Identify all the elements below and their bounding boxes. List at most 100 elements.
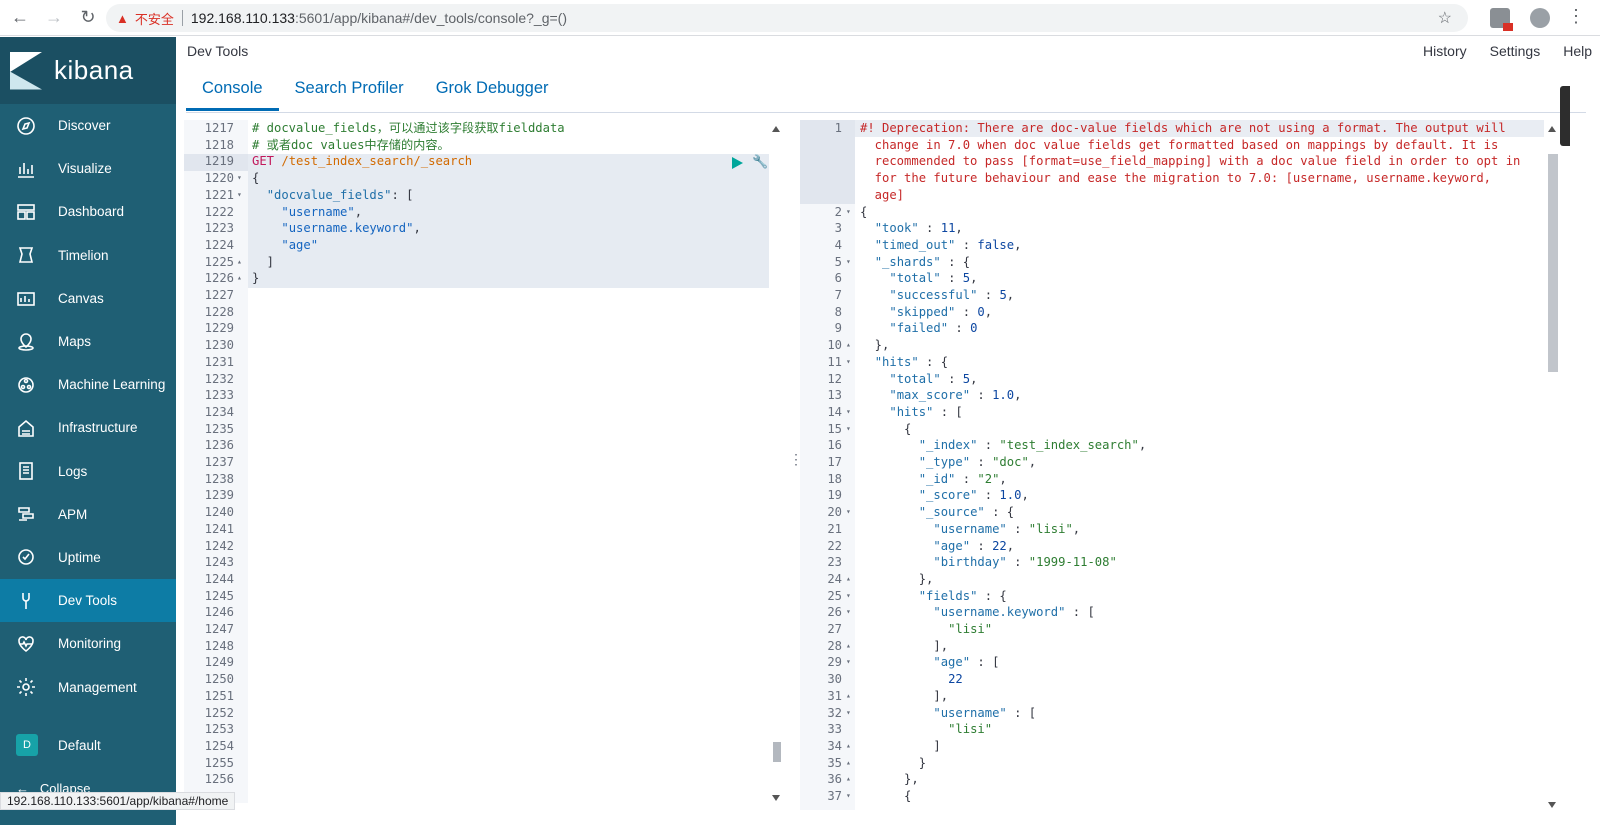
sidebar-item-label: Logs	[58, 463, 88, 479]
code-text: change in 7.0 when doc value fields get …	[860, 137, 1499, 152]
sidebar-item-dev-tools[interactable]: Dev Tools	[0, 579, 176, 623]
tab-search-profiler[interactable]: Search Profiler	[279, 73, 420, 111]
fold-close-icon[interactable]: ▴	[846, 755, 851, 772]
fold-open-icon[interactable]: ▾	[846, 604, 851, 621]
scroll-down-icon[interactable]	[772, 795, 780, 801]
bookmark-star-icon[interactable]: ☆	[1438, 8, 1452, 28]
fold-close-icon[interactable]: ▴	[846, 688, 851, 705]
scroll-down-icon[interactable]	[1548, 802, 1556, 808]
code-line: 6 "total" : 5,	[800, 270, 1544, 287]
sidebar-item-label: Maps	[58, 334, 92, 350]
line-number: 8	[834, 304, 842, 319]
request-editor[interactable]: 1217 # docvalue_fields，可以通过该字段获取fielddata…	[184, 120, 769, 803]
tab-grok-debugger[interactable]: Grok Debugger	[420, 73, 565, 111]
heartbeat-icon	[16, 634, 36, 654]
scroll-up-icon[interactable]	[1548, 126, 1556, 132]
brand-name: kibana	[54, 55, 134, 85]
browser-menu-icon[interactable]: ⋮	[1567, 7, 1585, 25]
code-text: "failed" : 0	[889, 321, 978, 336]
tab-bar: Console Search Profiler Grok Debugger	[186, 73, 565, 111]
code-line: 1249	[184, 654, 769, 671]
sidebar-item-management[interactable]: Management	[0, 665, 176, 708]
code-text: GET /test_index_search/_search	[252, 154, 473, 169]
sidebar-item-infrastructure[interactable]: Infrastructure	[0, 406, 176, 449]
sidebar-item-maps[interactable]: Maps	[0, 320, 176, 363]
response-scrollbar[interactable]	[1546, 120, 1560, 810]
code-line: 2 ▾ {	[800, 204, 1544, 221]
sidebar-item-uptime[interactable]: Uptime	[0, 536, 176, 579]
sidebar-item-visualize[interactable]: Visualize	[0, 147, 176, 190]
profile-avatar-icon[interactable]	[1530, 8, 1550, 28]
line-number: 23	[827, 555, 842, 570]
fold-open-icon[interactable]: ▾	[846, 588, 851, 605]
code-text: "_score" : 1.0,	[918, 488, 1029, 503]
fold-open-icon[interactable]: ▾	[846, 504, 851, 521]
fold-open-icon[interactable]: ▾	[846, 404, 851, 421]
tab-console[interactable]: Console	[186, 73, 279, 111]
sidebar-item-machine-learning[interactable]: Machine Learning	[0, 363, 176, 406]
code-line: 19 "_score" : 1.0,	[800, 487, 1544, 504]
fold-close-icon[interactable]: ▴	[846, 571, 851, 588]
edge-panel-tab[interactable]	[1560, 86, 1570, 146]
sidebar-nav: Discover Visualize Dashboard Timelion Canvas…	[0, 104, 176, 709]
line-number: 1238	[204, 471, 234, 486]
fold-open-icon[interactable]: ▾	[237, 187, 242, 204]
dashboard-icon	[16, 202, 36, 222]
space-selector[interactable]: D Default	[0, 724, 176, 767]
fold-close-icon[interactable]: ▴	[846, 337, 851, 354]
fold-close-icon[interactable]: ▴	[237, 270, 242, 287]
reload-icon[interactable]: ↻	[74, 4, 102, 32]
sidebar-item-canvas[interactable]: Canvas	[0, 277, 176, 320]
kibana-logo[interactable]: kibana	[0, 37, 176, 104]
forward-icon[interactable]: →	[40, 4, 68, 32]
fold-open-icon[interactable]: ▾	[846, 705, 851, 722]
code-line: 12 "total" : 5,	[800, 371, 1544, 388]
history-link[interactable]: History	[1423, 43, 1467, 59]
code-line: 1235	[184, 421, 769, 438]
request-scrollbar[interactable]	[770, 120, 782, 803]
sidebar-item-dashboard[interactable]: Dashboard	[0, 190, 176, 233]
back-icon[interactable]: ←	[6, 4, 34, 32]
settings-link[interactable]: Settings	[1490, 43, 1541, 59]
fold-open-icon[interactable]: ▾	[846, 788, 851, 805]
scroll-thumb[interactable]	[773, 742, 781, 762]
code-text: "birthday" : "1999-11-08"	[933, 555, 1117, 570]
sidebar-item-discover[interactable]: Discover	[0, 104, 176, 147]
space-badge: D	[16, 734, 38, 757]
fold-close-icon[interactable]: ▴	[846, 771, 851, 788]
fold-open-icon[interactable]: ▾	[846, 354, 851, 371]
fold-open-icon[interactable]: ▾	[846, 654, 851, 671]
help-link[interactable]: Help	[1563, 43, 1592, 59]
code-text: "_index" : "test_index_search",	[918, 438, 1147, 453]
fold-open-icon[interactable]: ▾	[846, 204, 851, 221]
scroll-thumb[interactable]	[1548, 154, 1558, 372]
scroll-up-icon[interactable]	[772, 126, 780, 132]
sidebar-item-monitoring[interactable]: Monitoring	[0, 622, 176, 665]
insecure-label: 不安全	[134, 11, 174, 27]
line-number: 1218	[204, 137, 234, 152]
play-icon[interactable]	[732, 157, 743, 169]
code-text: "successful" : 5,	[889, 288, 1015, 302]
fold-close-icon[interactable]: ▴	[846, 738, 851, 755]
fold-open-icon[interactable]: ▾	[237, 170, 242, 187]
fold-open-icon[interactable]: ▾	[846, 254, 851, 271]
main-content: Dev Tools History Settings Help Console …	[176, 37, 1600, 825]
code-text: "username",	[281, 204, 363, 219]
url-path: :5601/app/kibana#/dev_tools/console?_g=(…	[294, 10, 568, 26]
sidebar-item-logs[interactable]: Logs	[0, 450, 176, 493]
line-number: 1243	[204, 555, 234, 570]
compass-icon	[16, 116, 36, 136]
address-bar[interactable]: ▲ 不安全 192.168.110.133:5601/app/kibana#/d…	[106, 4, 1468, 32]
response-editor[interactable]: 1 #! Deprecation: There are doc-value fie…	[800, 120, 1544, 810]
fold-close-icon[interactable]: ▴	[237, 254, 242, 271]
fold-close-icon[interactable]: ▴	[846, 638, 851, 655]
sidebar-item-timelion[interactable]: Timelion	[0, 234, 176, 277]
line-number: 1229	[204, 321, 234, 336]
fold-open-icon[interactable]: ▾	[846, 421, 851, 438]
wrench-icon[interactable]: 🔧	[752, 155, 768, 170]
header-links: History Settings Help	[1423, 37, 1600, 65]
code-text: ],	[860, 688, 949, 703]
line-number: 1224	[204, 237, 234, 252]
sidebar-item-apm[interactable]: APM	[0, 493, 176, 536]
extension-icon[interactable]	[1490, 8, 1513, 31]
